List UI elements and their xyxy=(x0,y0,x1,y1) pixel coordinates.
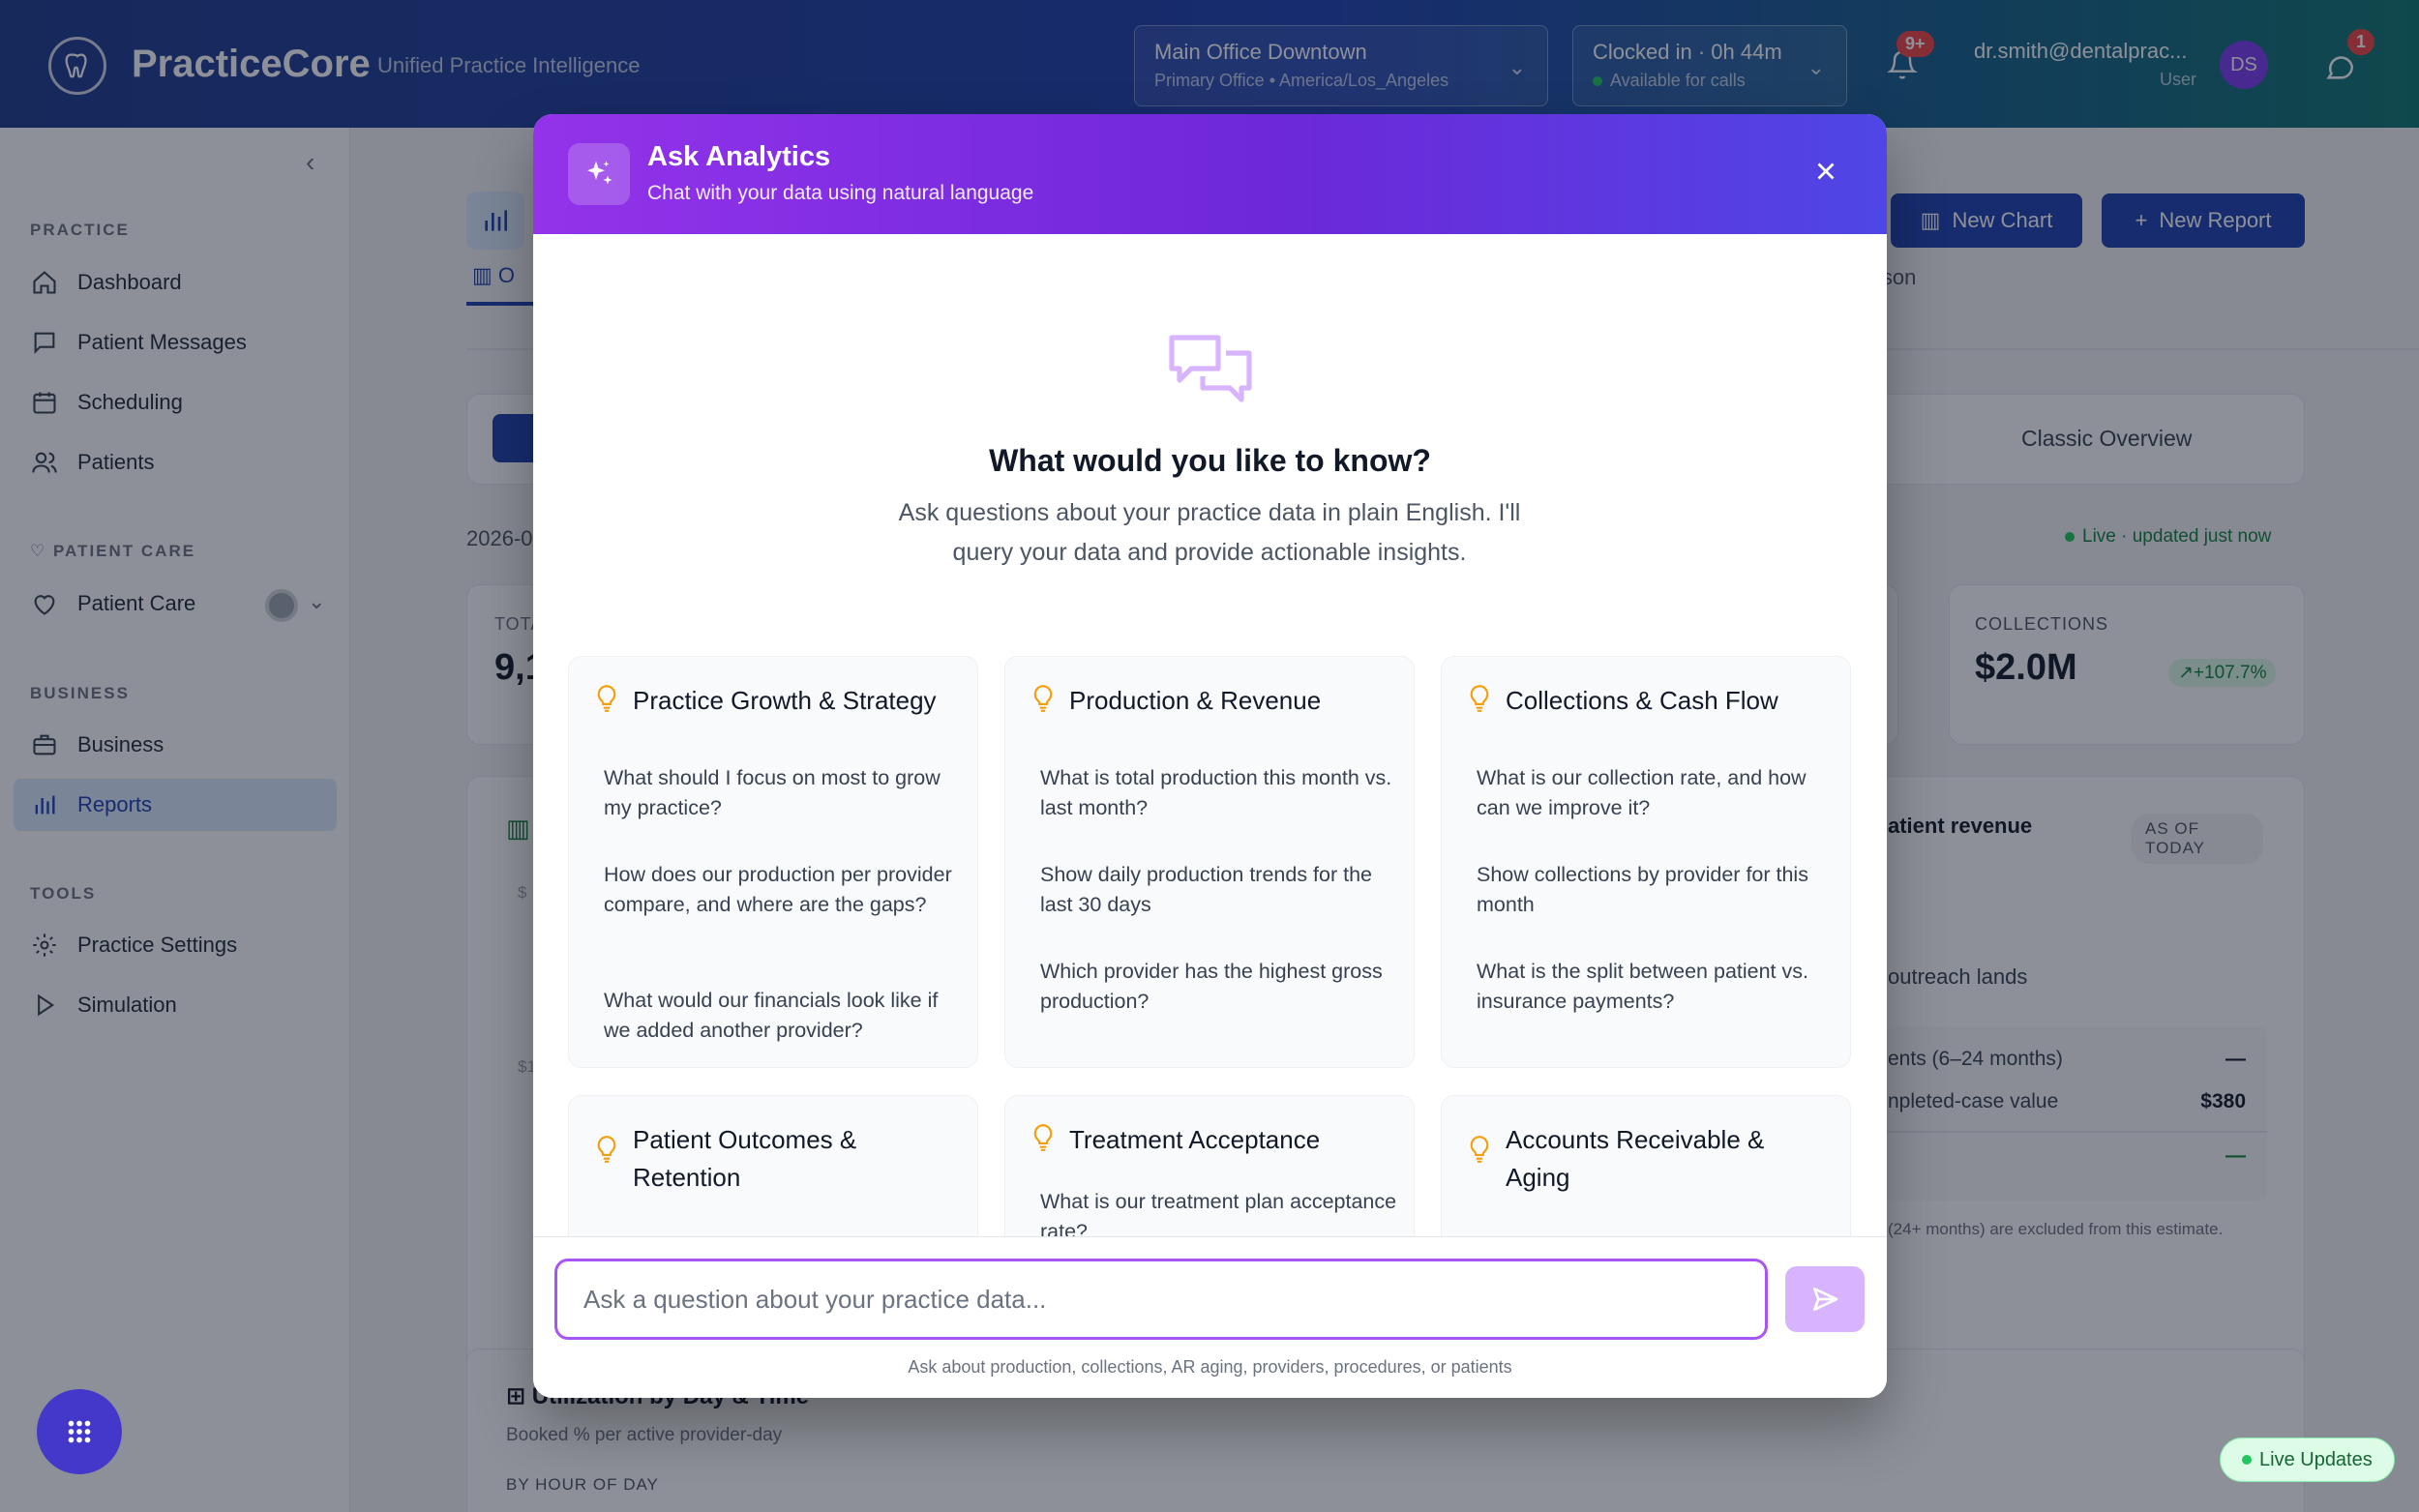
category-card-collections: Collections & Cash Flow What is our coll… xyxy=(1441,656,1851,1068)
sparkles-icon xyxy=(568,143,630,205)
input-hint: Ask about production, collections, AR ag… xyxy=(908,1357,1512,1377)
modal-title: Ask Analytics xyxy=(647,141,831,172)
suggested-question[interactable]: What is our collection rate, and how can… xyxy=(1477,763,1835,823)
category-title: Patient Outcomes & Retention xyxy=(633,1125,857,1192)
ask-question-input[interactable] xyxy=(554,1259,1768,1340)
live-updates-pill[interactable]: Live Updates xyxy=(2220,1438,2395,1482)
prompt-title: What would you like to know? xyxy=(989,443,1431,478)
modal-footer: Ask about production, collections, AR ag… xyxy=(533,1236,1887,1398)
suggested-question[interactable]: Which provider has the highest gross pro… xyxy=(1040,957,1398,1017)
suggested-question[interactable]: What should I focus on most to grow my p… xyxy=(604,763,962,823)
lightbulb-icon xyxy=(1033,685,1053,712)
category-title: Accounts Receivable & Aging xyxy=(1506,1125,1765,1192)
suggested-question[interactable]: What is the split between patient vs. in… xyxy=(1477,957,1835,1017)
grid-dots-icon xyxy=(68,1420,91,1443)
category-title: Collections & Cash Flow xyxy=(1506,686,1778,715)
category-card-production: Production & Revenue What is total produ… xyxy=(1004,656,1415,1068)
suggested-question[interactable]: What would our financials look like if w… xyxy=(604,986,962,1046)
category-title: Production & Revenue xyxy=(1069,686,1322,715)
suggested-question[interactable]: How does our production per provider com… xyxy=(604,860,962,920)
category-title: Practice Growth & Strategy xyxy=(633,686,937,715)
suggested-question[interactable]: Show collections by provider for this mo… xyxy=(1477,860,1835,920)
send-button[interactable] xyxy=(1785,1266,1865,1332)
lightbulb-icon xyxy=(597,685,616,712)
lightbulb-icon xyxy=(597,1136,616,1163)
lightbulb-icon xyxy=(1470,1136,1489,1163)
modal-header: Ask Analytics Chat with your data using … xyxy=(533,114,1887,234)
apps-launcher-button[interactable] xyxy=(37,1389,122,1474)
close-icon[interactable] xyxy=(1811,157,1840,186)
chat-bubbles-icon xyxy=(1169,335,1252,402)
category-card-growth: Practice Growth & Strategy What should I… xyxy=(568,656,978,1068)
lightbulb-icon xyxy=(1470,685,1489,712)
modal-subtitle: Chat with your data using natural langua… xyxy=(647,182,1034,204)
ask-analytics-modal: Ask Analytics Chat with your data using … xyxy=(533,114,1887,1398)
prompt-subtitle: Ask questions about your practice data i… xyxy=(898,499,1521,566)
send-icon xyxy=(1813,1288,1838,1311)
suggested-question[interactable]: What is total production this month vs. … xyxy=(1040,763,1398,823)
category-title: Treatment Acceptance xyxy=(1069,1125,1321,1154)
suggested-question[interactable]: Show daily production trends for the las… xyxy=(1040,860,1398,920)
status-dot xyxy=(2242,1455,2252,1465)
lightbulb-icon xyxy=(1033,1124,1053,1151)
